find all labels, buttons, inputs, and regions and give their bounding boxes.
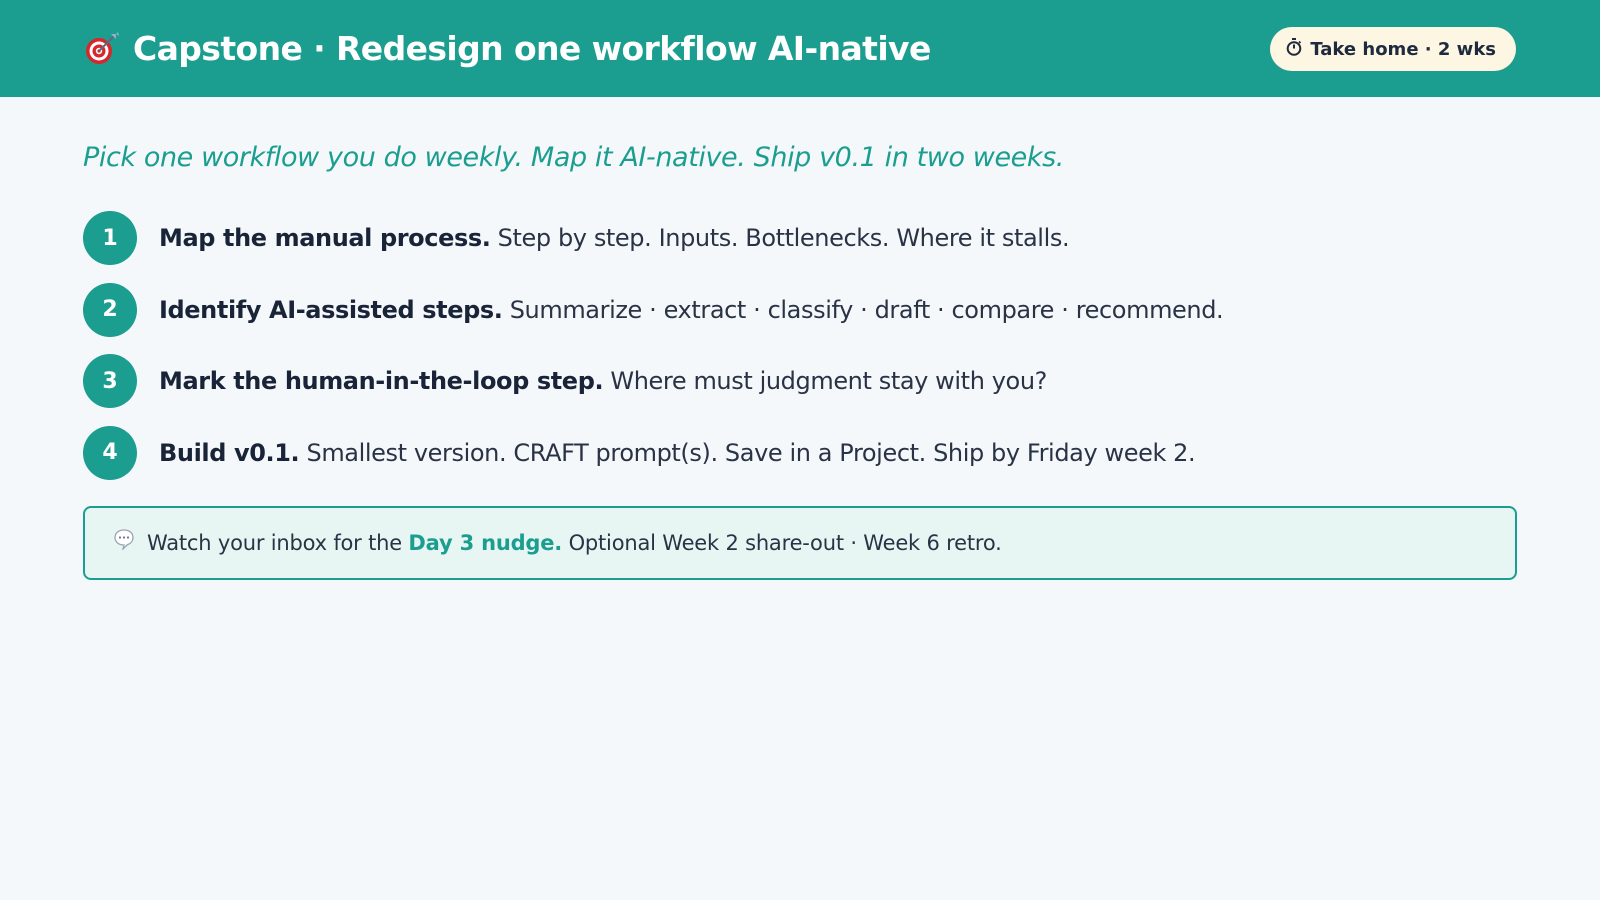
header-bar: Capstone · Redesign one workflow AI-nati… [0,0,1600,97]
step-description: Step by step. Inputs. Bottlenecks. Where… [490,224,1070,252]
nudge-prefix: Watch your inbox for the [147,531,409,555]
nudge-callout: Watch your inbox for the Day 3 nudge. Op… [83,506,1517,580]
step-text: Identify AI-assisted steps. Summarize · … [159,295,1224,324]
step-heading: Identify AI-assisted steps. [159,295,503,324]
step-description: Summarize · extract · classify · draft ·… [502,295,1224,324]
step-description: Where must judgment stay with you? [603,367,1047,395]
take-home-badge: Take home · 2 wks [1270,27,1516,71]
page-title: Capstone · Redesign one workflow AI-nati… [133,29,931,68]
step-number: 1 [83,211,137,265]
step-item: 2 Identify AI-assisted steps. Summarize … [83,282,1517,337]
step-heading: Mark the human-in-the-loop step. [159,367,604,395]
step-number: 4 [83,425,137,480]
step-description: Smallest version. CRAFT prompt(s). Save … [299,438,1196,467]
speech-bubble-icon [113,528,135,552]
target-dart-icon [83,30,121,68]
nudge-highlight: Day 3 nudge. [408,531,563,555]
nudge-text: Watch your inbox for the Day 3 nudge. Op… [147,531,1002,555]
step-number: 3 [83,354,137,408]
badge-label: Take home · 2 wks [1310,38,1496,60]
stopwatch-icon [1286,37,1302,61]
step-item: 3 Mark the human-in-the-loop step. Where… [83,354,1517,408]
step-number: 2 [83,282,137,337]
step-text: Mark the human-in-the-loop step. Where m… [159,367,1047,395]
subtitle: Pick one workflow you do weekly. Map it … [83,142,1064,173]
step-text: Build v0.1. Smallest version. CRAFT prom… [159,438,1196,467]
step-item: 4 Build v0.1. Smallest version. CRAFT pr… [83,425,1517,480]
step-heading: Map the manual process. [159,224,491,252]
step-heading: Build v0.1. [159,438,300,467]
step-item: 1 Map the manual process. Step by step. … [83,211,1517,265]
step-text: Map the manual process. Step by step. In… [159,224,1070,252]
steps-list: 1 Map the manual process. Step by step. … [83,211,1517,497]
nudge-suffix: Optional Week 2 share-out · Week 6 retro… [562,531,1002,555]
